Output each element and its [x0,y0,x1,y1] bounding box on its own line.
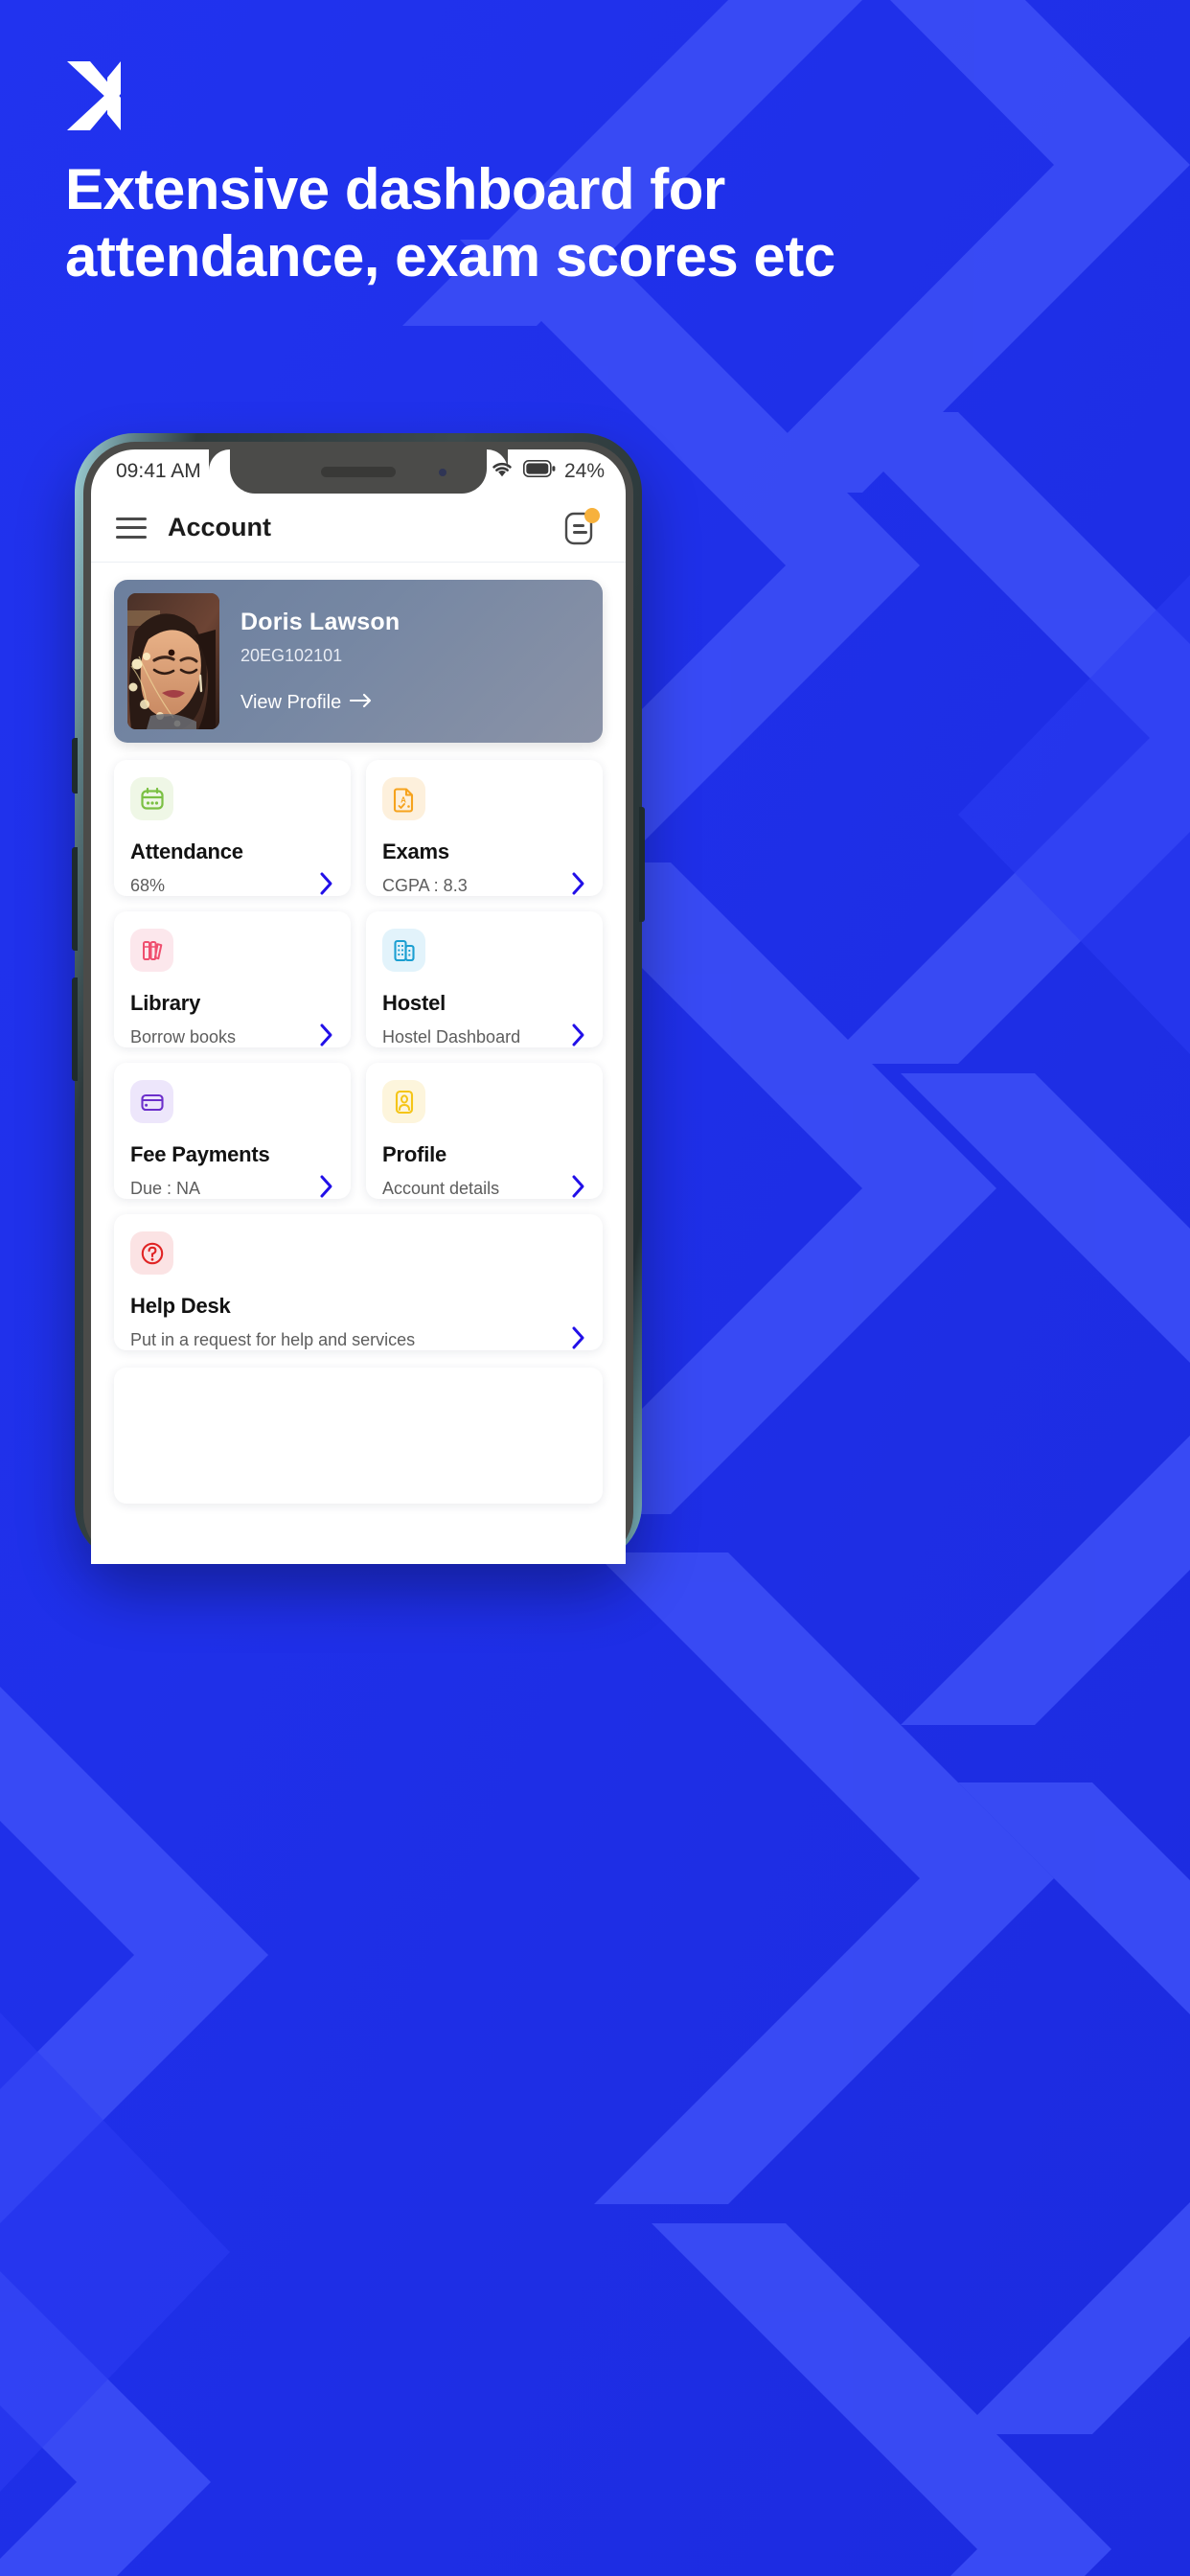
calendar-icon [130,777,173,820]
card-subtitle: Put in a request for help and services [130,1330,416,1349]
card-fee-payments[interactable]: Fee Payments Due : NA [114,1063,351,1199]
chevron-right-icon[interactable] [571,1023,586,1052]
card-subtitle: Borrow books [130,1027,237,1046]
notification-document-icon[interactable] [562,507,600,547]
question-mark-icon [130,1231,173,1275]
chevron-right-icon[interactable] [319,871,334,901]
notification-badge [584,507,600,523]
card-title: Hostel [382,991,446,1015]
phone-volume-down-button [72,978,78,1081]
card-title: Library [130,991,201,1015]
wifi-icon [490,459,515,484]
phone-screen: 09:41 AM 24% Account Doris Lawson 20EG10… [91,449,626,1564]
card-title: Help Desk [130,1294,231,1318]
chevron-right-icon[interactable] [571,871,586,901]
exam-document-icon: A [382,777,425,820]
account-scroll-view[interactable]: Doris Lawson 20EG102101 View Profile Att… [91,563,626,1564]
profile-name: Doris Lawson [240,609,400,635]
card-help-desk[interactable]: Help Desk Put in a request for help and … [114,1214,603,1350]
card-subtitle: Due : NA [130,1179,201,1198]
card-subtitle: Hostel Dashboard [382,1027,521,1046]
app-title: Account [168,513,271,541]
chevron-right-icon[interactable] [571,1325,586,1355]
battery-icon [522,460,556,483]
wallet-card-icon [130,1080,173,1123]
battery-percentage: 24% [563,460,605,482]
phone-mute-switch [72,738,78,794]
phone-mockup: 09:41 AM 24% Account Doris Lawson 20EG10… [72,433,645,1564]
card-subtitle: 68% [130,876,166,895]
svg-text:A: A [400,795,406,804]
profile-student-id: 20EG102101 [240,646,343,665]
avatar [127,593,219,729]
status-bar: 09:41 AM 24% [91,449,626,494]
card-next-partial[interactable] [114,1368,603,1504]
card-profile[interactable]: Profile Account details [366,1063,603,1199]
phone-power-button [639,807,645,922]
card-hostel[interactable]: Hostel Hostel Dashboard [366,911,603,1047]
status-bar-time: 09:41 AM [116,460,201,482]
card-title: Exams [382,840,449,863]
x-logo-icon [65,59,136,132]
chevron-right-icon[interactable] [571,1174,586,1204]
view-profile-label: View Profile [240,692,342,713]
dashboard-card-grid: Attendance 68% A Exams CGPA: 8.3 Librar… [114,760,603,1504]
page-title: Extensive dashboard for attendance, exam… [65,157,835,288]
profile-card[interactable]: Doris Lawson 20EG102101 View Profile [114,580,603,743]
phone-volume-up-button [72,847,78,951]
card-subtitle: Account details [382,1179,500,1198]
promo-screenshot: Extensive dashboard for attendance, exam… [0,0,1190,2576]
card-subtitle: CGPA : 8.3 [382,876,468,895]
app-header: Account [91,494,626,563]
chevron-right-icon[interactable] [319,1174,334,1204]
card-title: Profile [382,1142,447,1166]
books-icon [130,929,173,972]
arrow-right-icon [350,692,373,714]
card-attendance[interactable]: Attendance 68% [114,760,351,896]
card-exams[interactable]: A Exams CGPA : 8.3 [366,760,603,896]
building-icon [382,929,425,972]
card-library[interactable]: Library Borrow books [114,911,351,1047]
hamburger-menu-icon[interactable] [116,517,147,539]
card-title: Fee Payments [130,1142,270,1166]
id-card-icon [382,1080,425,1123]
card-title: Attendance [130,840,243,863]
view-profile-button[interactable]: View Profile [240,692,400,714]
chevron-right-icon[interactable] [319,1023,334,1052]
